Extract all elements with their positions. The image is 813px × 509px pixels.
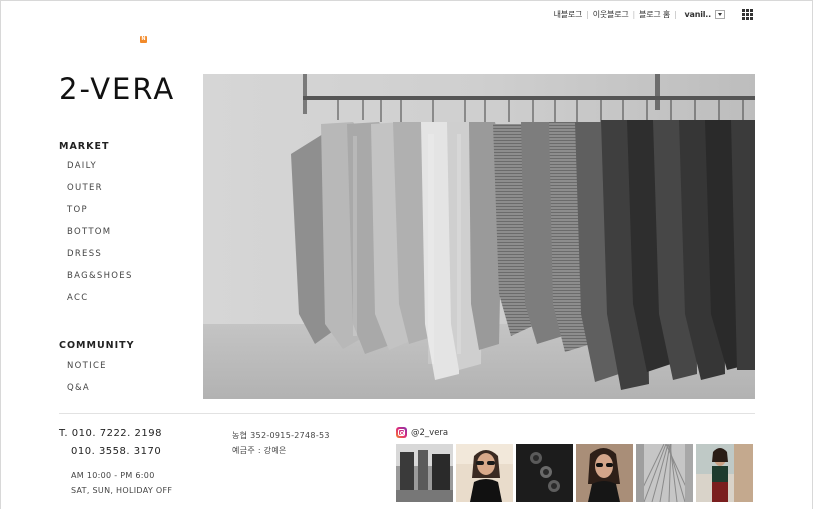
instagram-thumb[interactable] xyxy=(696,444,753,502)
instagram-thumb[interactable] xyxy=(636,444,693,502)
footer-divider xyxy=(59,413,755,414)
instagram-thumb[interactable] xyxy=(576,444,633,502)
menu-item-qna[interactable]: Q&A xyxy=(67,383,90,393)
menu-item-notice[interactable]: NOTICE xyxy=(67,361,107,371)
business-hours: AM 10:00 - PM 6:00 xyxy=(71,471,155,480)
instagram-thumb[interactable] xyxy=(396,444,453,502)
instagram-link[interactable]: @2_vera xyxy=(396,427,448,438)
phone-number-primary: T. 010. 7222. 2198 xyxy=(59,428,162,439)
menu-item-outer[interactable]: OUTER xyxy=(67,183,103,193)
instagram-thumb[interactable] xyxy=(516,444,573,502)
instagram-handle: @2_vera xyxy=(411,427,449,438)
menu-heading-community[interactable]: COMMUNITY xyxy=(59,340,135,351)
neighbor-blog-link[interactable]: 이웃블로그 xyxy=(593,9,629,20)
blog-top-nav: 내블로그 | 이웃블로그 | 블로그 홈 | vanil.. xyxy=(554,9,725,20)
menu-item-bag-shoes[interactable]: BAG&SHOES xyxy=(67,271,133,281)
menu-item-bottom[interactable]: BOTTOM xyxy=(67,227,111,237)
menu-item-daily[interactable]: DAILY xyxy=(67,161,97,171)
menu-item-dress[interactable]: DRESS xyxy=(67,249,102,259)
menu-item-acc[interactable]: ACC xyxy=(67,293,88,303)
user-name-link[interactable]: vanil.. xyxy=(685,10,712,19)
bank-account: 농협 352-0915-2748-53 xyxy=(232,431,330,440)
nav-separator: | xyxy=(586,10,589,19)
instagram-thumbnails xyxy=(396,444,753,502)
new-icon: N xyxy=(140,36,147,43)
chevron-down-icon[interactable] xyxy=(715,10,725,19)
nav-separator: | xyxy=(632,10,636,19)
closed-days: SAT, SUN, HOLIDAY OFF xyxy=(71,486,173,495)
blog-home-link[interactable]: 블로그 홈 xyxy=(639,9,670,20)
instagram-thumb[interactable] xyxy=(456,444,513,502)
hero-image-clothing-rack xyxy=(203,74,755,399)
instagram-icon xyxy=(396,427,407,438)
grid-icon[interactable] xyxy=(742,9,753,20)
phone-number-secondary: 010. 3558. 3170 xyxy=(71,446,162,457)
menu-heading-market[interactable]: MARKET xyxy=(59,141,109,152)
blog-logo[interactable]: 2-VERA xyxy=(59,72,175,106)
nav-separator: | xyxy=(674,10,677,19)
account-holder: 예금주 : 강예은 xyxy=(232,446,287,455)
menu-item-top[interactable]: TOP xyxy=(67,205,88,215)
my-blog-link[interactable]: 내블로그 xyxy=(554,9,583,20)
